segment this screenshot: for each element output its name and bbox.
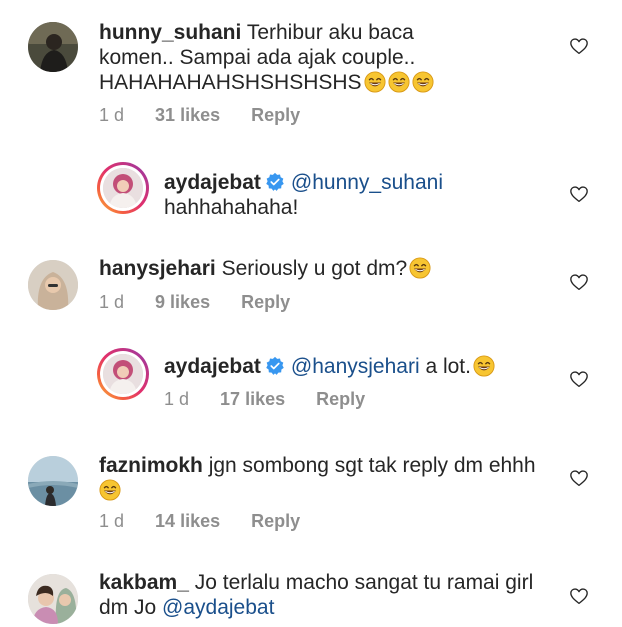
avatar-photo (103, 168, 143, 208)
verified-badge-icon (265, 172, 285, 192)
comment-text-line3: HAHAHAHAHSHSHSHSHS (99, 71, 362, 94)
reply-button[interactable]: Reply (251, 105, 300, 126)
reply-button[interactable]: Reply (241, 292, 290, 313)
heart-icon[interactable] (569, 370, 589, 388)
avatar-photo (28, 22, 78, 72)
avatar (103, 168, 143, 208)
comment-time: 1 d (164, 389, 190, 409)
comment-body: aydajebat @hunny_suhani hahhahahaha! (164, 170, 544, 220)
comment-text-line1: Jo terlalu macho sangat tu ramai girl (194, 571, 534, 594)
mention-link[interactable]: @hanysjehari (291, 355, 420, 378)
username[interactable]: aydajebat (164, 355, 261, 378)
username[interactable]: kakbam_ (99, 571, 189, 594)
avatar-photo (28, 456, 78, 506)
comment-time: 1 d (99, 292, 125, 312)
grinning-face-emoji-icon (388, 71, 410, 93)
verified-badge-icon (265, 356, 285, 376)
comment-body: hunny_suhani Terhibur aku baca komen.. S… (99, 20, 559, 95)
comment-meta: 1 d 14 likes Reply (99, 511, 326, 532)
comment-text-line2: hahhahahaha! (164, 196, 299, 219)
comment-meta: 1 d 17 likes Reply (164, 389, 391, 410)
avatar[interactable] (28, 22, 78, 72)
username[interactable]: hunny_suhani (99, 21, 241, 44)
username[interactable]: hanysjehari (99, 257, 216, 280)
likes-count[interactable]: 14 likes (155, 511, 220, 532)
mention-link[interactable]: @aydajebat (162, 596, 274, 619)
grinning-face-emoji-icon (412, 71, 434, 93)
comment-body: aydajebat @hanysjehari a lot. (164, 354, 564, 379)
comment-body: faznimokh jgn sombong sgt tak reply dm e… (99, 453, 559, 503)
heart-icon[interactable] (569, 587, 589, 605)
avatar-photo (28, 260, 78, 310)
comment-text: jgn sombong sgt tak reply dm ehhh (208, 454, 536, 477)
comment-time: 1 d (99, 511, 125, 531)
comment-text-line2: komen.. Sampai ada ajak couple.. (99, 46, 416, 69)
comment-text: Seriously u got dm? (221, 257, 408, 280)
heart-icon[interactable] (569, 469, 589, 487)
comment-time: 1 d (99, 105, 125, 125)
username[interactable]: aydajebat (164, 171, 261, 194)
grinning-face-emoji-icon (473, 355, 495, 377)
heart-icon[interactable] (569, 273, 589, 291)
avatar[interactable] (28, 260, 78, 310)
comment-text: a lot. (425, 355, 471, 378)
grinning-face-emoji-icon (409, 257, 431, 279)
grinning-face-emoji-icon (364, 71, 386, 93)
comment-body: kakbam_ Jo terlalu macho sangat tu ramai… (99, 570, 559, 620)
grinning-face-emoji-icon (99, 479, 121, 501)
heart-icon[interactable] (569, 185, 589, 203)
likes-count[interactable]: 17 likes (220, 389, 285, 410)
avatar (103, 354, 143, 394)
likes-count[interactable]: 9 likes (155, 292, 210, 313)
comment-body: hanysjehari Seriously u got dm? (99, 256, 559, 281)
avatar[interactable] (28, 574, 78, 624)
heart-icon[interactable] (569, 37, 589, 55)
story-ring[interactable] (97, 348, 149, 400)
story-ring[interactable] (97, 162, 149, 214)
avatar-photo (103, 354, 143, 394)
reply-button[interactable]: Reply (316, 389, 365, 410)
comment-meta: 1 d 31 likes Reply (99, 105, 326, 126)
comment-text-line2: dm Jo (99, 596, 157, 619)
likes-count[interactable]: 31 likes (155, 105, 220, 126)
avatar[interactable] (28, 456, 78, 506)
comment-text-line1: Terhibur aku baca (246, 21, 414, 44)
avatar-photo (28, 574, 78, 624)
mention-link[interactable]: @hunny_suhani (291, 171, 443, 194)
username[interactable]: faznimokh (99, 454, 203, 477)
comment-meta: 1 d 9 likes Reply (99, 292, 316, 313)
reply-button[interactable]: Reply (251, 511, 300, 532)
